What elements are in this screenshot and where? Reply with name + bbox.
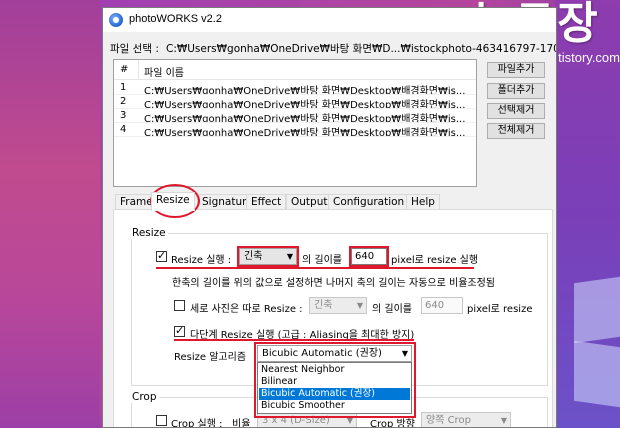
resize-enable-label: Resize 실행 : [171, 255, 232, 266]
crop-ratio-label: 비율 [232, 419, 251, 428]
resize-tab-panel: Resize Resize 실행 : 긴축 ▼ 의 길이를 640 pixel로… [113, 209, 553, 428]
row-number: 1 [120, 82, 127, 93]
row-filename: C:₩Users₩gonha₩OneDrive₩바탕 화면₩Desktop₩배경… [144, 86, 466, 95]
resize-group-title: Resize [130, 227, 168, 239]
tab-output[interactable]: Output [286, 194, 333, 210]
length-label: 의 길이를 [302, 255, 342, 266]
chevron-down-icon: ▼ [356, 301, 363, 310]
annotation-box-algorithm [254, 342, 416, 418]
portrait-resize-checkbox[interactable] [174, 300, 185, 311]
crop-enable-label: Crop 실행 : [171, 419, 223, 428]
chevron-down-icon: ▼ [500, 416, 507, 425]
windows-logo-icon [560, 276, 620, 410]
multistep-resize-checkbox[interactable] [174, 324, 185, 338]
crop-direction-select[interactable]: 양쪽 Crop ▼ [421, 412, 511, 427]
portrait-axis-select[interactable]: 긴축 ▼ [309, 297, 367, 314]
file-list-header: # 파일 이름 [114, 60, 476, 80]
column-header-number[interactable]: # [120, 64, 128, 75]
crop-direction-value: 양쪽 Crop [426, 415, 471, 426]
portrait-length-label: 의 길이를 [372, 304, 412, 315]
list-item[interactable]: 2 C:₩Users₩gonha₩OneDrive₩바탕 화면₩Desktop₩… [114, 95, 476, 109]
app-window: photoWORKS v2.2 파일 선택 : C:₩Users₩gonha₩O… [102, 7, 557, 428]
crop-enable-checkbox[interactable] [156, 415, 167, 426]
row-number: 4 [120, 124, 127, 135]
file-select-label: 파일 선택 : [110, 43, 159, 55]
list-item[interactable]: 1 C:₩Users₩gonha₩OneDrive₩바탕 화면₩Desktop₩… [114, 81, 476, 95]
annotation-box-length [349, 246, 389, 267]
resize-enable-checkbox[interactable] [156, 249, 167, 263]
add-file-button[interactable]: 파일추가 [487, 62, 545, 78]
row-filename: C:₩Users₩gonha₩OneDrive₩바탕 화면₩Desktop₩배경… [144, 128, 466, 137]
remove-selected-button[interactable]: 선택제거 [487, 103, 545, 119]
remove-all-button[interactable]: 전체제거 [487, 123, 545, 139]
annotation-underline-resize [156, 267, 474, 269]
resize-hint-text: 한축의 길이를 위의 값으로 설정하면 나머지 축의 길이는 자동으로 비율조정… [172, 278, 496, 289]
tab-strip: Frame Resize Signature Effect Output Con… [113, 192, 553, 211]
crop-group-title: Crop [130, 391, 159, 403]
portrait-length-suffix: pixel로 resize [467, 304, 533, 315]
column-header-filename[interactable]: 파일 이름 [144, 64, 184, 79]
row-filename: C:₩Users₩gonha₩OneDrive₩바탕 화면₩Desktop₩배경… [144, 114, 466, 123]
list-item[interactable]: 4 C:₩Users₩gonha₩OneDrive₩바탕 화면₩Desktop₩… [114, 123, 476, 137]
tab-effect[interactable]: Effect [246, 194, 287, 210]
portrait-resize-label: 세로 사진은 따로 Resize : [190, 304, 303, 315]
tab-configuration[interactable]: Configuration [328, 194, 410, 210]
file-select-path: C:₩Users₩gonha₩OneDrive₩바탕 화면₩D...₩istoc… [166, 43, 556, 55]
row-number: 2 [120, 96, 127, 107]
portrait-length-input[interactable]: 640 [421, 297, 463, 314]
title-bar[interactable]: photoWORKS v2.2 [103, 8, 556, 32]
column-separator [138, 60, 139, 80]
annotation-underline-multistep [174, 339, 414, 341]
file-list[interactable]: # 파일 이름 1 C:₩Users₩gonha₩OneDrive₩바탕 화면₩… [113, 59, 477, 187]
window-title: photoWORKS v2.2 [129, 13, 222, 25]
tab-resize[interactable]: Resize [151, 192, 195, 211]
tab-help[interactable]: Help [406, 194, 440, 210]
desktop-background-left [0, 0, 100, 428]
annotation-box-axis [237, 246, 299, 267]
add-folder-button[interactable]: 폴더추가 [487, 83, 545, 99]
row-filename: C:₩Users₩gonha₩OneDrive₩바탕 화면₩Desktop₩배경… [144, 100, 466, 109]
app-icon [109, 13, 123, 27]
portrait-axis-value: 긴축 [314, 300, 333, 311]
list-item[interactable]: 3 C:₩Users₩gonha₩OneDrive₩바탕 화면₩Desktop₩… [114, 109, 476, 123]
resize-algorithm-label: Resize 알고리즘 [174, 352, 247, 363]
row-number: 3 [120, 110, 127, 121]
resize-length-suffix: pixel로 resize 실행 [391, 255, 479, 266]
